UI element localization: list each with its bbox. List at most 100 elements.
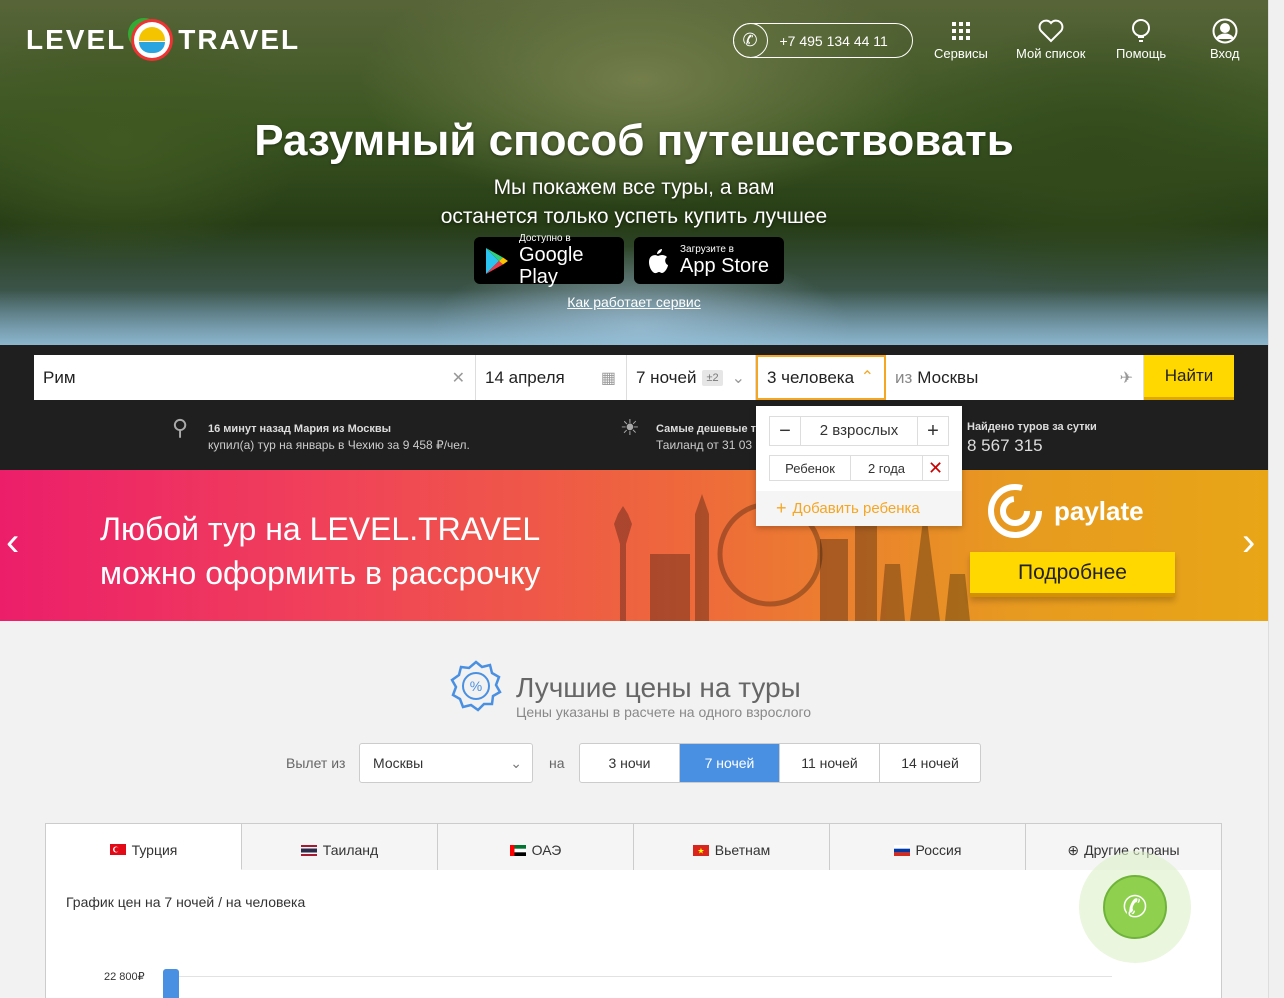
how-it-works-link[interactable]: Как работает сервис (0, 294, 1268, 310)
person-icon: ⚲ (172, 415, 189, 440)
phone-icon: ✆ (1103, 875, 1167, 939)
phone-number: +7 495 134 44 11 (779, 32, 888, 49)
remove-child-icon[interactable]: ✕ (923, 456, 948, 480)
russia-flag-icon (893, 844, 910, 856)
hero-title: Разумный способ путешествовать (254, 116, 1014, 165)
persons-value: 3 человека (767, 367, 855, 387)
departure-city-select[interactable]: Москвы ⌄ (359, 743, 533, 783)
banner-line1: Любой тур на LEVEL.TRAVEL (100, 511, 541, 547)
adults-stepper: − 2 взрослых + (769, 416, 949, 446)
tab-russia[interactable]: Россия (830, 824, 1026, 870)
date-value: 14 апреля (485, 367, 565, 387)
nights-option-3[interactable]: 3 ночи (580, 744, 680, 782)
tab-turkey[interactable]: Турция (46, 824, 242, 870)
best-prices-title: Лучшие цены на туры (516, 672, 801, 703)
discount-badge-icon: % (450, 660, 502, 712)
found-tours-info: Найдено туров за сутки 8 567 315 (967, 418, 1097, 457)
page-scrollbar[interactable] (1268, 0, 1284, 998)
minus-button[interactable]: − (770, 417, 800, 445)
google-play-big: Google Play (518, 244, 584, 288)
banner-next-arrow[interactable]: › (1242, 520, 1255, 565)
paylate-icon (988, 484, 1042, 538)
departure-city-value: Москвы (373, 755, 424, 771)
app-store-button[interactable]: Загрузите в App Store (634, 237, 784, 284)
departure-value: Москвы (917, 367, 979, 387)
phone-button[interactable]: ✆ +7 495 134 44 11 (732, 23, 913, 58)
app-store-small: Загрузите в (680, 244, 734, 255)
chart-title: График цен на 7 ночей / на человека (66, 894, 306, 910)
price-chart: График цен на 7 ночей / на человека 22 8… (45, 870, 1222, 998)
nights-option-7[interactable]: 7 ночей (680, 744, 780, 782)
nights-input[interactable]: 7 ночей ±2 ⌄ (627, 355, 756, 400)
chart-bar[interactable] (163, 969, 179, 998)
recent-line2: купил(а) тур на январь в Чехию за 9 458 … (208, 438, 470, 452)
chevron-up-icon: ⌃ (860, 369, 874, 386)
departure-label: Вылет из (286, 755, 346, 771)
google-play-icon (484, 247, 511, 275)
destination-input[interactable]: Рим ✕ (34, 355, 476, 400)
cheapest-info: ☀ Самые дешевые т Таиланд от 31 03 (620, 415, 756, 453)
svg-text:★: ★ (697, 846, 704, 855)
persons-dropdown: − 2 взрослых + Ребенок 2 года ✕ + Добави… (756, 406, 962, 526)
recent-purchase-info: ⚲ 16 минут назад Мария из Москвы купил(а… (172, 415, 470, 453)
app-store-big: App Store (680, 255, 769, 277)
add-child-label: Добавить ребенка (792, 500, 920, 517)
phone-icon: ✆ (732, 23, 768, 58)
chart-tick-label: 22 800₽ (104, 971, 145, 983)
paylate-text: paylate (1054, 495, 1144, 526)
plus-button[interactable]: + (918, 417, 948, 445)
heart-icon (1038, 18, 1064, 44)
country-tabs: Турция Таиланд ОАЭ ★ Вьетнам Россия ⊕ Др… (45, 823, 1222, 871)
banner-prev-arrow[interactable]: ‹ (6, 520, 19, 565)
google-play-button[interactable]: Доступно в Google Play (474, 233, 624, 288)
nights-value: 7 ночей (636, 367, 697, 387)
child-row: Ребенок 2 года ✕ (769, 455, 949, 481)
nav-wishlist[interactable]: Мой список (1016, 18, 1085, 61)
paylate-logo: paylate (988, 484, 1144, 538)
nav-login[interactable]: Вход (1210, 18, 1239, 61)
nights-option-14[interactable]: 14 ночей (880, 744, 980, 782)
tab-vietnam-label: Вьетнам (714, 842, 771, 858)
tab-vietnam[interactable]: ★ Вьетнам (634, 824, 830, 870)
persons-input[interactable]: 3 человека ⌃ (756, 355, 886, 400)
best-prices-subtitle: Цены указаны в расчете на одного взросло… (516, 704, 812, 720)
plane-icon: ✈ (1119, 370, 1133, 387)
on-label: на (549, 755, 565, 771)
globe-icon: ⊕ (1067, 841, 1080, 858)
tab-uae[interactable]: ОАЭ (438, 824, 634, 870)
nights-option-11[interactable]: 11 ночей (780, 744, 880, 782)
tab-thailand-label: Таиланд (322, 842, 379, 858)
clear-icon[interactable]: ✕ (452, 368, 465, 388)
hero-subtitle: Мы покажем все туры, а вам останется тол… (0, 173, 1268, 231)
tab-thailand[interactable]: Таиланд (242, 824, 438, 870)
nav-help-label: Помощь (1116, 46, 1167, 61)
find-button[interactable]: Найти (1144, 355, 1234, 400)
more-button[interactable]: Подробнее (970, 552, 1175, 597)
nights-toggle-group: 3 ночи 7 ночей 11 ночей 14 ночей (579, 743, 981, 783)
search-bar: Рим ✕ 14 апреля ▦ 7 ночей ±2 ⌄ 3 человек… (0, 345, 1268, 470)
banner-text: Любой тур на LEVEL.TRAVEL можно оформить… (100, 507, 540, 595)
child-age-select[interactable]: 2 года (851, 456, 923, 480)
site-logo[interactable]: LEVEL TRAVEL (26, 22, 300, 58)
departure-input[interactable]: из Москвы ✈ (886, 355, 1144, 400)
turkey-flag-icon (109, 844, 126, 855)
nav-help[interactable]: Помощь (1116, 18, 1166, 61)
add-child-button[interactable]: + Добавить ребенка (756, 491, 962, 526)
found-label: Найдено туров за сутки (967, 421, 1097, 433)
nights-badge: ±2 (702, 369, 723, 386)
cheap-line2: Таиланд от 31 03 (656, 438, 753, 452)
svg-text:%: % (470, 678, 482, 694)
logo-right-text: TRAVEL (178, 24, 301, 55)
nav-services[interactable]: Сервисы (934, 18, 988, 61)
recent-line1: 16 минут назад Мария из Москвы (208, 423, 392, 435)
banner-line2: можно оформить в рассрочку (100, 555, 541, 591)
destination-value: Рим (43, 367, 76, 387)
sun-sea-icon: ☀ (620, 415, 640, 440)
found-value: 8 567 315 (967, 436, 1043, 455)
nav-services-label: Сервисы (934, 46, 988, 61)
date-input[interactable]: 14 апреля ▦ (476, 355, 627, 400)
adults-value: 2 взрослых (800, 417, 918, 445)
call-button[interactable]: ✆ (1079, 851, 1191, 963)
chevron-down-icon: ⌄ (510, 755, 522, 771)
tab-turkey-label: Турция (131, 841, 178, 858)
